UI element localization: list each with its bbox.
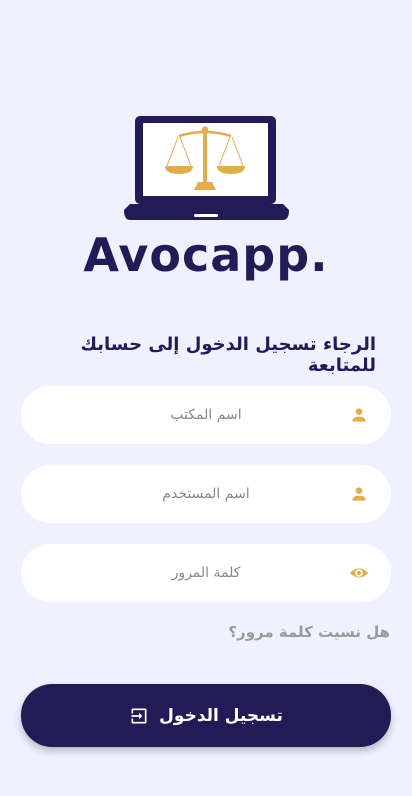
forgot-password-link[interactable]: هل نسيت كلمة مرور؟ [228, 623, 390, 641]
username-field[interactable] [21, 465, 391, 523]
eye-icon[interactable] [347, 563, 371, 583]
username-input[interactable] [81, 465, 331, 523]
password-input[interactable] [81, 544, 331, 602]
password-field[interactable] [21, 544, 391, 602]
login-icon [131, 708, 147, 723]
app-name: Avocapp. [83, 228, 329, 282]
office-name-field[interactable] [21, 386, 391, 444]
logo-laptop-scales-icon [124, 116, 289, 220]
login-button-label: تسجيل الدخول [159, 705, 283, 726]
login-button[interactable]: تسجيل الدخول [21, 684, 391, 747]
person-icon [352, 408, 366, 422]
login-prompt: الرجاء تسجيل الدخول إلى حسابك للمتابعة [80, 334, 377, 376]
person-icon [352, 487, 366, 501]
office-name-input[interactable] [81, 386, 331, 444]
